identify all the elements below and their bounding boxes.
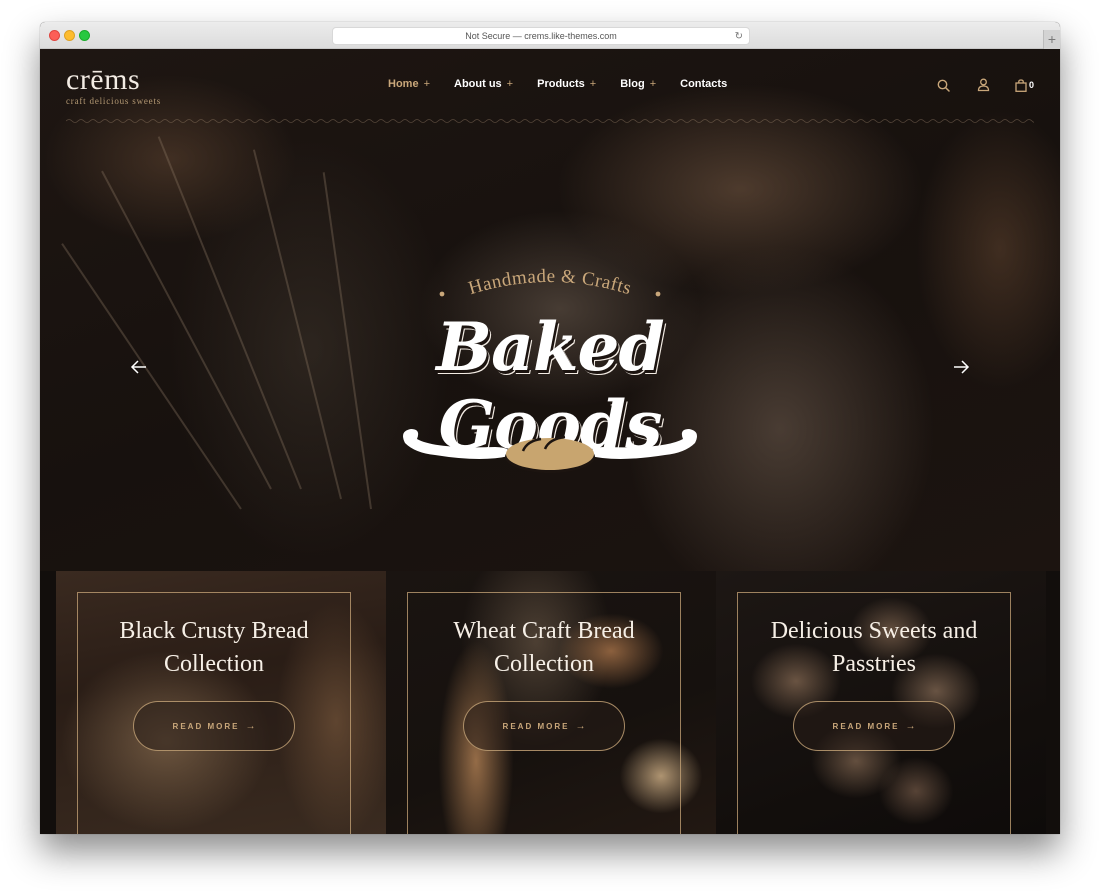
hero-next-button[interactable] <box>950 356 972 378</box>
reload-icon[interactable]: ↻ <box>735 28 743 45</box>
read-more-button[interactable]: READ MORE → <box>463 701 625 751</box>
read-more-label: READ MORE <box>502 721 570 731</box>
card-title-line: Passtries <box>832 651 916 677</box>
card-title-line: Wheat Craft Bread <box>453 618 635 644</box>
arrow-right-icon: → <box>245 720 256 732</box>
plus-icon: + <box>423 78 430 90</box>
dot-icon <box>655 291 661 297</box>
nav-item-blog[interactable]: Blog + <box>620 78 656 90</box>
logo-name: crēms <box>66 63 141 96</box>
nav-item-home[interactable]: Home + <box>388 78 430 90</box>
collection-card[interactable]: Black Crusty Bread Collection READ MORE … <box>56 571 386 834</box>
nav-item-about-us[interactable]: About us + <box>454 78 513 90</box>
card-title-line: Black Crusty Bread <box>119 618 309 644</box>
search-button[interactable] <box>935 76 953 94</box>
plus-icon: + <box>589 78 597 90</box>
hero-kicker: Handmade & Crafts <box>439 266 661 299</box>
search-icon <box>938 79 951 92</box>
address-text: Not Secure — crems.like-themes.com <box>465 31 617 41</box>
read-more-button[interactable]: READ MORE → <box>793 701 955 751</box>
account-button[interactable] <box>975 76 993 94</box>
read-more-label: READ MORE <box>172 721 240 731</box>
read-more-label: READ MORE <box>832 721 900 731</box>
wheat-decoration <box>157 136 302 490</box>
arrow-right-icon <box>954 360 970 374</box>
card-title: Black Crusty Bread Collection <box>56 615 372 681</box>
main-nav: Home + About us + Products + Blog + Cont… <box>388 78 751 90</box>
nav-item-products[interactable]: Products + <box>537 78 596 90</box>
nav-item-label: Blog <box>620 78 645 90</box>
bread-ornament <box>403 429 697 473</box>
site-logo[interactable]: crēms craft delicious sweets <box>66 63 162 107</box>
nav-item-label: Home <box>388 78 419 90</box>
bread-icon <box>505 435 595 473</box>
dot-icon <box>439 291 445 297</box>
logo-tagline: craft delicious sweets <box>66 96 162 106</box>
plus-icon: + <box>506 78 514 90</box>
site-header: crēms craft delicious sweets Home + Abou… <box>40 49 1060 124</box>
nav-item-contacts[interactable]: Contacts <box>680 78 727 90</box>
browser-window: Not Secure — crems.like-themes.com ↻ + c… <box>40 22 1060 834</box>
card-title-line: Delicious Sweets and <box>770 618 978 644</box>
collection-card[interactable]: Delicious Sweets and Passtries READ MORE… <box>716 571 1046 834</box>
hero-kicker-text: Handmade & Crafts <box>466 266 633 299</box>
swirl-right-icon <box>587 429 697 459</box>
arrow-right-icon: → <box>575 720 586 732</box>
collection-cards: Black Crusty Bread Collection READ MORE … <box>56 571 1046 834</box>
card-title-line: Collection <box>164 651 264 677</box>
nav-item-label: About us <box>454 78 502 90</box>
hero-slide: Handmade & Crafts Baked Goods <box>340 260 760 490</box>
card-title: Delicious Sweets and Passtries <box>716 615 1032 681</box>
header-actions: 0 <box>935 76 1034 94</box>
wave-divider <box>66 119 1034 123</box>
cart-button[interactable]: 0 <box>1015 76 1034 94</box>
nav-item-label: Contacts <box>680 78 728 90</box>
svg-text:Handmade & Crafts: Handmade & Crafts <box>466 266 634 299</box>
address-bar[interactable]: Not Secure — crems.like-themes.com ↻ <box>332 27 750 45</box>
wheat-decoration <box>101 170 272 490</box>
arrow-right-icon: → <box>905 720 916 732</box>
cart-count: 0 <box>1028 80 1034 90</box>
hero-prev-button[interactable] <box>128 356 150 378</box>
nav-item-label: Products <box>537 78 585 90</box>
card-title: Wheat Craft Bread Collection <box>386 615 702 681</box>
shopping-bag-icon <box>1015 78 1027 92</box>
browser-titlebar: Not Secure — crems.like-themes.com ↻ + <box>40 22 1060 49</box>
plus-icon: + <box>649 78 657 90</box>
arrow-left-icon <box>130 360 146 374</box>
user-icon <box>978 78 990 92</box>
read-more-button[interactable]: READ MORE → <box>133 701 295 751</box>
minimize-window-button[interactable] <box>64 30 75 41</box>
new-tab-button[interactable]: + <box>1043 30 1060 49</box>
collection-card[interactable]: Wheat Craft Bread Collection READ MORE → <box>386 571 716 834</box>
close-window-button[interactable] <box>49 30 60 41</box>
card-title-line: Collection <box>494 651 594 677</box>
swirl-left-icon <box>403 429 513 459</box>
zoom-window-button[interactable] <box>79 30 90 41</box>
wheat-decoration <box>61 243 242 510</box>
